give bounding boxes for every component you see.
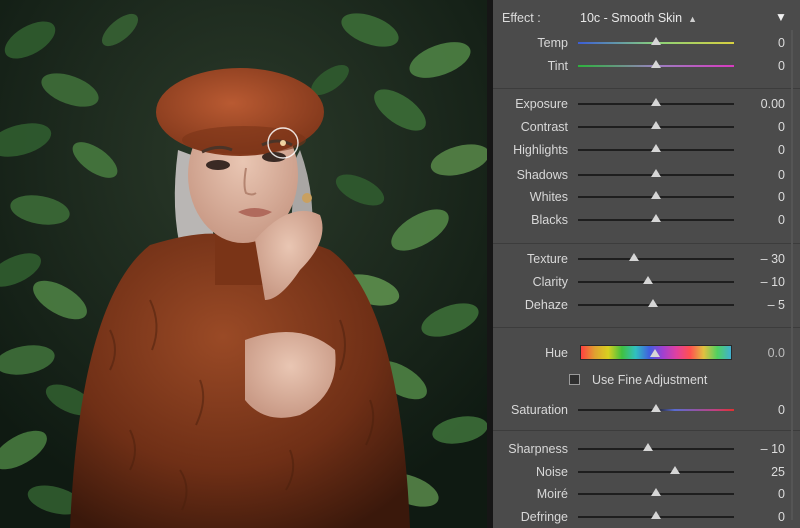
effect-row: Effect : 10c - Smooth Skin ▲ ▼ [493,0,800,34]
noise-slider-track[interactable] [578,466,734,474]
blacks-slider-thumb[interactable] [651,214,661,222]
exposure-label: Exposure [515,97,568,111]
photo-canvas[interactable] [0,0,487,528]
defringe-slider-row: Defringe 0 [493,506,800,528]
blacks-value[interactable]: 0 [778,213,785,227]
shadows-label: Shadows [516,168,568,182]
highlights-slider-track[interactable] [578,144,734,152]
shadows-slider-track[interactable] [578,169,734,177]
defringe-label: Defringe [520,510,568,524]
updown-arrows-icon: ▲ [688,14,698,24]
saturation-label: Saturation [511,403,568,417]
hue-value[interactable]: 0.0 [768,346,785,360]
contrast-label: Contrast [520,120,568,134]
collapse-triangle-icon[interactable]: ▼ [775,10,787,24]
temp-slider-row: Temp 0 [493,32,800,54]
section-separator [493,430,800,431]
sharpness-slider-track[interactable] [578,443,734,451]
moire-slider-row: Moiré 0 [493,483,800,505]
contrast-slider-row: Contrast 0 [493,116,800,138]
section-separator [493,243,800,244]
exposure-slider-row: Exposure 0.00 [493,93,800,115]
moire-slider-track[interactable] [578,488,734,496]
blacks-slider-row: Blacks 0 [493,209,800,231]
panel-scrollbar[interactable] [791,30,793,520]
saturation-slider-track[interactable] [578,404,734,412]
contrast-slider-track[interactable] [578,121,734,129]
sharpness-slider-thumb[interactable] [643,443,654,451]
clarity-slider-track[interactable] [578,276,734,284]
moire-slider-thumb[interactable] [651,488,661,496]
contrast-slider-thumb[interactable] [651,121,661,129]
tint-slider-thumb[interactable] [651,60,661,68]
defringe-slider-thumb[interactable] [651,511,661,519]
noise-slider-row: Noise 25 [493,461,800,483]
shadows-value[interactable]: 0 [778,168,785,182]
exposure-slider-track[interactable] [578,98,734,106]
saturation-value[interactable]: 0 [778,403,785,417]
hue-slider-thumb[interactable] [650,349,660,357]
tint-slider-row: Tint 0 [493,55,800,77]
temp-value[interactable]: 0 [778,36,785,50]
shadows-slider-thumb[interactable] [651,169,661,177]
dehaze-label: Dehaze [524,298,568,312]
whites-slider-track[interactable] [578,191,734,199]
temp-label: Temp [537,36,568,50]
temp-slider-thumb[interactable] [651,37,661,45]
effect-preset-select[interactable]: 10c - Smooth Skin ▲ [580,11,697,25]
exposure-value[interactable]: 0.00 [761,97,785,111]
effect-preset-value: 10c - Smooth Skin [580,11,683,25]
fine-adjustment-checkbox[interactable] [569,374,580,385]
shadows-slider-row: Shadows 0 [493,164,800,186]
clarity-value[interactable]: – 10 [761,275,785,289]
whites-slider-row: Whites 0 [493,186,800,208]
clarity-slider-thumb[interactable] [643,276,654,284]
hue-label: Hue [545,346,568,360]
dehaze-slider-track[interactable] [578,299,734,307]
effect-label: Effect : [502,11,541,25]
whites-value[interactable]: 0 [778,190,785,204]
fine-adjustment-label: Use Fine Adjustment [592,373,708,387]
clarity-label: Clarity [532,275,568,289]
exposure-slider-thumb[interactable] [651,98,661,106]
temp-slider-track[interactable] [578,37,734,45]
texture-value[interactable]: – 30 [761,252,785,266]
sharpness-slider-row: Sharpness – 10 [493,438,800,460]
sharpness-label: Sharpness [508,442,568,456]
dehaze-slider-thumb[interactable] [647,299,658,307]
highlights-label: Highlights [513,143,568,157]
section-separator [493,88,800,89]
noise-slider-thumb[interactable] [669,466,680,474]
highlights-slider-row: Highlights 0 [493,139,800,161]
sharpness-value[interactable]: – 10 [761,442,785,456]
texture-slider-thumb[interactable] [629,253,640,261]
highlights-slider-thumb[interactable] [651,144,661,152]
dehaze-slider-row: Dehaze – 5 [493,294,800,316]
blacks-label: Blacks [531,213,568,227]
portrait-photo [0,0,487,528]
texture-slider-track[interactable] [578,253,734,261]
noise-label: Noise [536,465,568,479]
dehaze-value[interactable]: – 5 [768,298,785,312]
clarity-slider-row: Clarity – 10 [493,271,800,293]
texture-slider-row: Texture – 30 [493,248,800,270]
saturation-slider-row: Saturation 0 [493,399,800,421]
tint-value[interactable]: 0 [778,59,785,73]
moire-label: Moiré [536,487,568,501]
whites-label: Whites [529,190,568,204]
noise-value[interactable]: 25 [771,465,785,479]
whites-slider-thumb[interactable] [651,191,661,199]
defringe-slider-track[interactable] [578,511,734,519]
section-separator [493,327,800,328]
tint-label: Tint [547,59,568,73]
blacks-slider-track[interactable] [578,214,734,222]
defringe-value[interactable]: 0 [778,510,785,524]
saturation-slider-thumb[interactable] [651,404,661,412]
contrast-value[interactable]: 0 [778,120,785,134]
highlights-value[interactable]: 0 [778,143,785,157]
moire-value[interactable]: 0 [778,487,785,501]
texture-label: Texture [527,252,568,266]
tint-slider-track[interactable] [578,60,734,68]
develop-panel: Effect : 10c - Smooth Skin ▲ ▼ Temp 0 Tint 0… [493,0,800,528]
